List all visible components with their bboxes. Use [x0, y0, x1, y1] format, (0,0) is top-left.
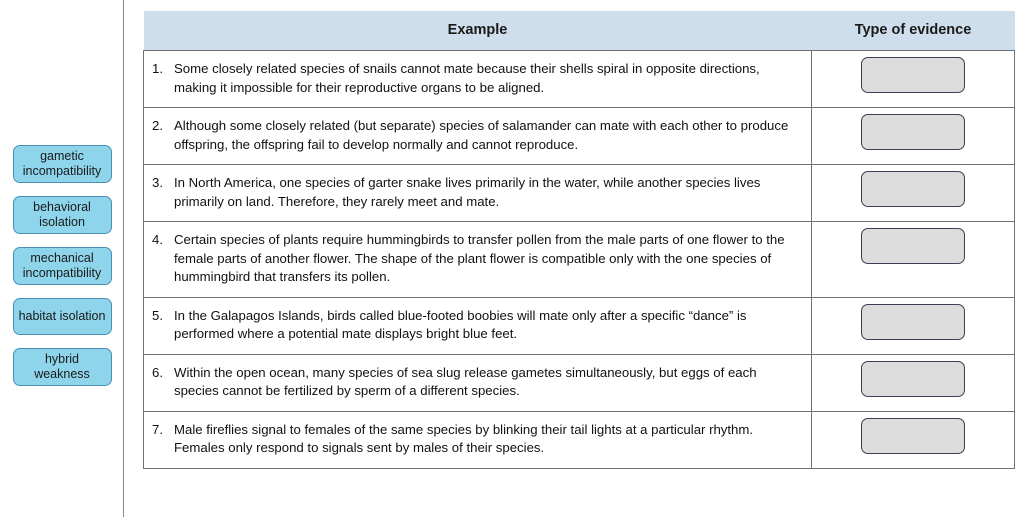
evidence-cell [811, 164, 1015, 222]
evidence-cell [811, 50, 1015, 108]
table-row: 4. Certain species of plants require humm… [143, 221, 1015, 298]
example-cell: 1. Some closely related species of snails… [143, 50, 812, 108]
example-number: 1. [152, 61, 163, 76]
matching-table-container: Example Type of evidence 1. Some closely … [143, 11, 1015, 469]
example-number: 3. [152, 175, 163, 190]
table-row: 6. Within the open ocean, many species of… [143, 353, 1015, 412]
evidence-dropzone[interactable] [861, 417, 965, 454]
evidence-dropzone[interactable] [861, 303, 965, 340]
chip-mechanical-incompatibility[interactable]: mechanical incompatibility [12, 247, 112, 285]
example-cell: 7. Male fireflies signal to females of th… [143, 410, 812, 469]
column-header-type-of-evidence: Type of evidence [811, 11, 1015, 51]
example-cell: 3. In North America, one species of garte… [143, 164, 812, 222]
example-text: Some closely related species of snails c… [174, 61, 760, 95]
example-cell: 4. Certain species of plants require humm… [143, 221, 812, 298]
example-content: 6. Within the open ocean, many species of… [152, 364, 801, 401]
header-row: Example Type of evidence [143, 11, 1015, 51]
evidence-cell [811, 221, 1015, 298]
evidence-dropzone[interactable] [861, 57, 965, 93]
example-text: In North America, one species of garter … [174, 175, 761, 209]
example-content: 3. In North America, one species of garte… [152, 174, 801, 211]
evidence-dropzone[interactable] [861, 114, 965, 150]
table-row: 5. In the Galapagos Islands, birds called… [143, 296, 1015, 355]
drag-chip-panel: gametic incompatibility behavioral isolat… [0, 0, 124, 517]
chip-behavioral-isolation[interactable]: behavioral isolation [12, 196, 112, 234]
example-cell: 6. Within the open ocean, many species of… [143, 353, 812, 412]
example-content: 1. Some closely related species of snails… [152, 60, 801, 97]
evidence-dropzone[interactable] [861, 171, 965, 207]
chip-gametic-incompatibility[interactable]: gametic incompatibility [12, 145, 112, 183]
evidence-dropzone[interactable] [861, 360, 965, 397]
example-text: Within the open ocean, many species of s… [174, 364, 757, 399]
example-content: 4. Certain species of plants require humm… [152, 231, 801, 287]
chip-stack: gametic incompatibility behavioral isolat… [0, 145, 124, 386]
example-number: 2. [152, 118, 163, 133]
table-body: 1. Some closely related species of snails… [143, 50, 1015, 469]
chip-hybrid-weakness[interactable]: hybrid weakness [12, 348, 112, 386]
example-number: 6. [152, 364, 163, 380]
example-content: 7. Male fireflies signal to females of th… [152, 421, 801, 458]
activity-root: gametic incompatibility behavioral isolat… [0, 0, 1024, 517]
table-row: 2. Although some closely related (but sep… [143, 107, 1015, 165]
evidence-cell [811, 410, 1015, 469]
example-text: Although some closely related (but separ… [174, 118, 789, 152]
example-number: 5. [152, 307, 163, 323]
example-cell: 2. Although some closely related (but sep… [143, 107, 812, 165]
table-row: 1. Some closely related species of snails… [143, 50, 1015, 108]
chip-habitat-isolation[interactable]: habitat isolation [12, 298, 112, 335]
example-text: In the Galapagos Islands, birds called b… [174, 307, 747, 342]
example-cell: 5. In the Galapagos Islands, birds called… [143, 296, 812, 355]
evidence-cell [811, 107, 1015, 165]
example-text: Male fireflies signal to females of the … [174, 421, 754, 456]
table-row: 7. Male fireflies signal to females of th… [143, 410, 1015, 469]
example-number: 4. [152, 232, 163, 247]
example-text: Certain species of plants require hummin… [174, 232, 785, 284]
example-content: 2. Although some closely related (but sep… [152, 117, 801, 154]
column-header-example: Example [143, 11, 812, 51]
example-number: 7. [152, 421, 163, 437]
evidence-dropzone[interactable] [861, 228, 965, 264]
evidence-cell [811, 353, 1015, 412]
matching-table: Example Type of evidence 1. Some closely … [143, 11, 1015, 469]
example-content: 5. In the Galapagos Islands, birds called… [152, 307, 801, 344]
table-header: Example Type of evidence [143, 11, 1015, 51]
table-row: 3. In North America, one species of garte… [143, 164, 1015, 222]
evidence-cell [811, 296, 1015, 355]
